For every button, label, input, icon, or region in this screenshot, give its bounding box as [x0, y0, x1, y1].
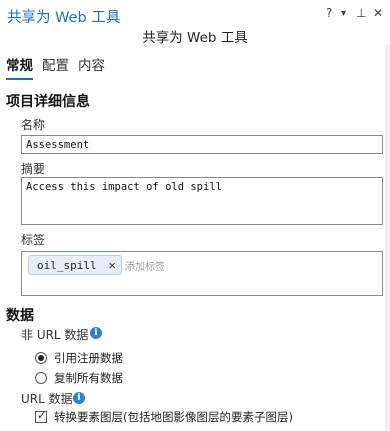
info-icon[interactable]: i: [90, 327, 102, 339]
name-field[interactable]: Assessment: [21, 135, 383, 154]
convert-feature-layers-checkbox[interactable]: ✓: [35, 409, 47, 423]
close-icon[interactable]: ✕: [373, 6, 383, 20]
help-icon[interactable]: ?: [326, 6, 332, 20]
name-label: 名称: [21, 118, 46, 132]
tab-configuration[interactable]: 配置: [42, 54, 69, 80]
tags-label: 标签: [21, 233, 46, 247]
window-title: 共享为 Web 工具: [7, 10, 121, 26]
data-heading: 数据: [6, 308, 34, 324]
summary-label: 摘要: [21, 162, 46, 176]
radio-reference-registered[interactable]: [35, 352, 47, 364]
tab-general[interactable]: 常规: [6, 54, 33, 80]
pane-subtitle: 共享为 Web 工具: [142, 30, 248, 46]
scrollbar[interactable]: [385, 45, 390, 431]
url-data-label: URL 数据: [21, 392, 73, 406]
summary-field[interactable]: Access this impact of old spill: [21, 177, 383, 225]
tab-content[interactable]: 内容: [78, 54, 105, 80]
pin-icon[interactable]: ⊥: [356, 6, 366, 20]
tag-chip: oil_spill ✕: [28, 255, 122, 275]
radio-reference-registered-label: 引用注册数据: [54, 351, 123, 365]
non-url-data-label: 非 URL 数据: [21, 328, 89, 342]
remove-tag-icon[interactable]: ✕: [109, 258, 116, 272]
convert-feature-layers-label: 转换要素图层(包括地图影像图层的要素子图层): [54, 410, 293, 424]
add-tag-input[interactable]: 添加标签: [125, 258, 165, 273]
item-details-heading: 项目详细信息: [6, 94, 90, 110]
info-icon[interactable]: i: [73, 392, 85, 404]
tag-chip-label: oil_spill: [37, 258, 97, 272]
check-icon: ✓: [37, 409, 47, 422]
tab-bar: 常规 配置 内容: [6, 54, 114, 80]
menu-dropdown-icon[interactable]: ▾: [341, 8, 346, 19]
radio-copy-all[interactable]: [35, 372, 47, 384]
tags-field[interactable]: oil_spill ✕ 添加标签: [21, 251, 383, 296]
radio-copy-all-label: 复制所有数据: [54, 371, 123, 385]
